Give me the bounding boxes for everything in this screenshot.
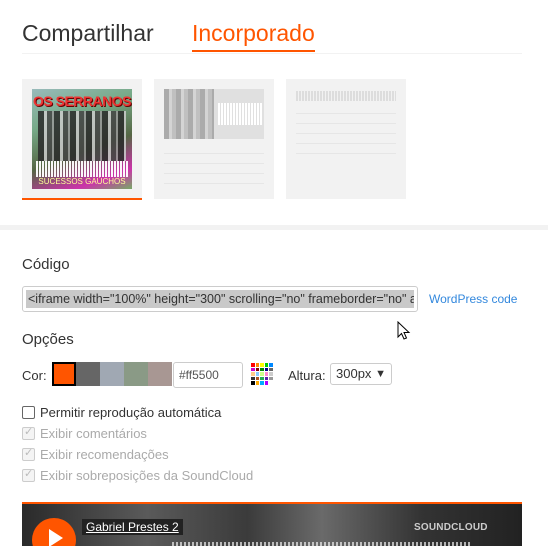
play-button[interactable]	[32, 518, 76, 546]
palette-cell	[264, 367, 269, 372]
player-style-picker: OS SERRANOS SUCESSOS GAÚCHOS	[22, 79, 522, 201]
track-line	[296, 153, 396, 154]
color-swatch[interactable]	[52, 362, 76, 386]
tab-share[interactable]: Compartilhar	[22, 18, 154, 48]
color-palette-icon[interactable]	[251, 363, 273, 385]
palette-cell	[264, 376, 269, 381]
artwork-title: OS SERRANOS	[33, 93, 131, 109]
track-line	[164, 163, 264, 164]
palette-cell	[269, 367, 273, 372]
height-value: 300px	[336, 366, 372, 381]
palette-cell	[255, 372, 260, 376]
palette-cell	[264, 372, 269, 376]
artist-link[interactable]: Gabriel Prestes 2	[82, 519, 183, 535]
options-label: Opções	[22, 331, 74, 348]
tab-embed[interactable]: Incorporado	[192, 18, 315, 52]
color-swatch[interactable]	[124, 362, 148, 386]
palette-cell	[251, 367, 255, 372]
show-recommendations-checkbox	[22, 446, 35, 461]
mouse-cursor-icon	[397, 321, 411, 340]
palette-cell	[269, 381, 273, 385]
palette-cell	[255, 367, 260, 372]
track-line	[296, 143, 396, 144]
show-overlays-checkbox	[22, 467, 35, 482]
embed-code-field[interactable]: <iframe width="100%" height="300" scroll…	[22, 286, 418, 312]
height-label: Altura:	[288, 368, 326, 383]
show-comments-label: Exibir comentários	[40, 426, 147, 441]
color-picker-row: Cor: Altura: 300px ▼	[22, 362, 522, 388]
waveform-icon	[36, 161, 128, 177]
show-comments-checkbox	[22, 425, 35, 440]
color-swatch[interactable]	[76, 362, 100, 386]
palette-cell	[255, 381, 260, 385]
autoplay-option[interactable]: Permitir reprodução automática	[22, 404, 422, 422]
track-line	[164, 173, 264, 174]
color-swatch[interactable]	[148, 362, 172, 386]
section-divider	[0, 225, 548, 230]
palette-cell	[260, 372, 264, 376]
palette-cell	[264, 381, 269, 385]
player-style-classic[interactable]	[154, 79, 274, 199]
tab-bar: Compartilhar Incorporado	[22, 18, 522, 54]
palette-cell	[251, 381, 255, 385]
selected-style-indicator	[22, 198, 142, 200]
height-select[interactable]: 300px ▼	[330, 363, 392, 385]
soundcloud-logo[interactable]: SOUNDCLOUD	[414, 522, 488, 533]
hex-color-input[interactable]	[173, 362, 243, 388]
palette-cell	[269, 372, 273, 376]
color-swatch[interactable]	[100, 362, 124, 386]
palette-cell	[260, 367, 264, 372]
show-comments-option: Exibir comentários	[22, 425, 422, 443]
show-overlays-label: Exibir sobreposições da SoundCloud	[40, 468, 254, 483]
code-label: Código	[22, 256, 70, 273]
track-line	[164, 183, 264, 184]
waveform-icon	[172, 542, 472, 546]
track-line	[296, 133, 396, 134]
player-style-visual[interactable]: OS SERRANOS SUCESSOS GAÚCHOS	[22, 79, 142, 199]
show-recommendations-option: Exibir recomendações	[22, 446, 422, 464]
artwork-photo	[38, 111, 126, 161]
classic-artwork	[164, 89, 214, 139]
palette-cell	[260, 363, 264, 367]
artwork-subtitle: SUCESSOS GAÚCHOS	[38, 177, 126, 186]
autoplay-checkbox[interactable]	[22, 406, 35, 419]
palette-cell	[251, 376, 255, 381]
palette-cell	[260, 376, 264, 381]
track-line	[296, 123, 396, 124]
chevron-down-icon: ▼	[375, 368, 386, 380]
palette-cell	[264, 363, 269, 367]
palette-cell	[255, 376, 260, 381]
autoplay-label: Permitir reprodução automática	[40, 405, 222, 420]
show-overlays-option: Exibir sobreposições da SoundCloud	[22, 467, 422, 485]
color-label: Cor:	[22, 368, 47, 383]
palette-cell	[269, 363, 273, 367]
player-style-compact[interactable]	[286, 79, 406, 199]
palette-cell	[269, 376, 273, 381]
waveform-icon	[218, 103, 262, 125]
player-preview: Gabriel Prestes 2 SOUNDCLOUD	[22, 502, 522, 546]
palette-cell	[251, 372, 255, 376]
album-artwork: OS SERRANOS SUCESSOS GAÚCHOS	[32, 89, 132, 189]
track-line	[296, 113, 396, 114]
show-recommendations-label: Exibir recomendações	[40, 447, 169, 462]
palette-cell	[255, 363, 260, 367]
track-line	[164, 153, 264, 154]
wordpress-code-link[interactable]: WordPress code	[429, 292, 517, 306]
palette-cell	[251, 363, 255, 367]
waveform-icon	[296, 91, 396, 101]
palette-cell	[260, 381, 264, 385]
embed-code-text[interactable]: <iframe width="100%" height="300" scroll…	[26, 290, 414, 308]
